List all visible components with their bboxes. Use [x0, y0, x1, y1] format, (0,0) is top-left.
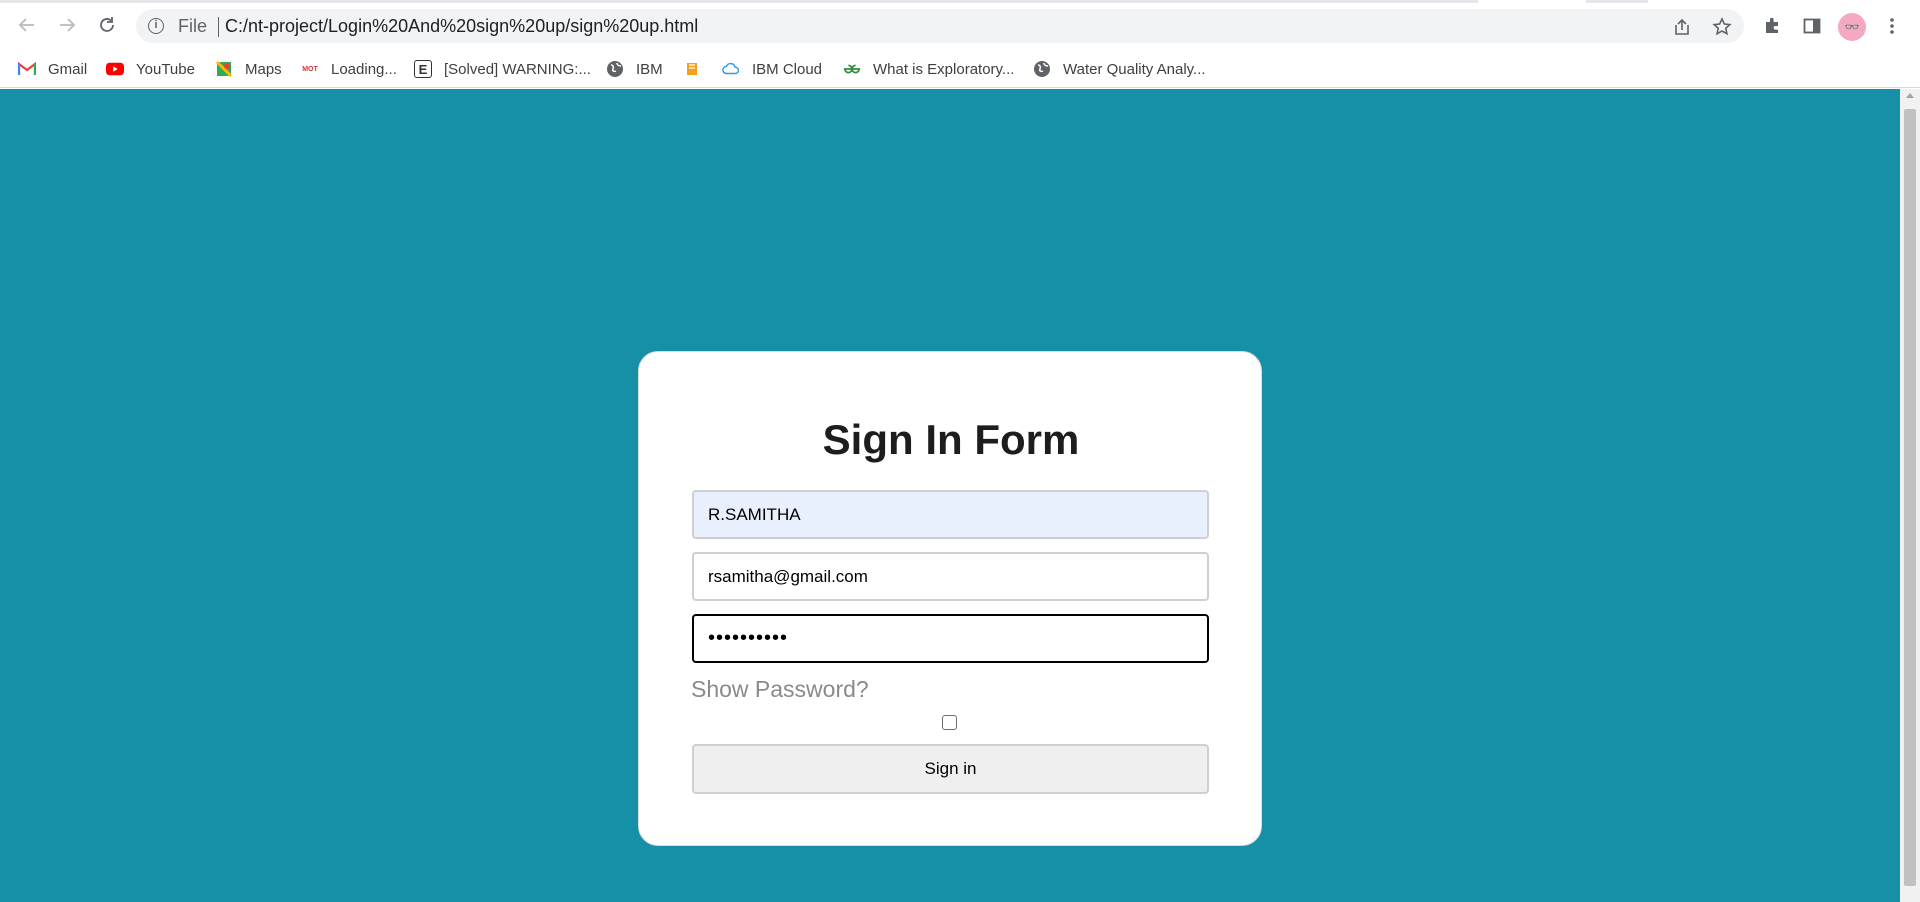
bookmark-solved-warning[interactable]: E [Solved] WARNING:...	[414, 57, 591, 81]
globe-icon	[606, 60, 624, 78]
info-icon[interactable]: i	[148, 18, 164, 34]
maps-icon	[215, 60, 233, 78]
share-icon[interactable]	[1672, 17, 1692, 37]
bookmark-youtube[interactable]: YouTube	[106, 57, 195, 81]
bookmark-book[interactable]	[683, 57, 713, 81]
book-icon	[683, 60, 701, 78]
url-separator	[218, 17, 219, 37]
page-viewport: Sign In Form R.SAMITHA rsamitha@gmail.co…	[0, 89, 1900, 902]
bookmark-exploratory[interactable]: What is Exploratory...	[843, 57, 1014, 81]
bookmark-loading[interactable]: MOT Loading...	[301, 57, 397, 81]
bookmark-gmail[interactable]: Gmail	[18, 57, 87, 81]
show-password-checkbox[interactable]	[942, 715, 957, 730]
email-input[interactable]: rsamitha@gmail.com	[692, 552, 1209, 601]
forward-button[interactable]	[52, 10, 82, 40]
scroll-up-arrow-icon[interactable]	[1906, 93, 1914, 98]
gfg-icon	[843, 60, 861, 78]
reload-button[interactable]	[92, 10, 122, 40]
profile-avatar[interactable]: 👓	[1838, 13, 1866, 41]
back-button[interactable]	[12, 10, 42, 40]
address-bar[interactable]: i File C:/nt-project/Login%20And%20sign%…	[136, 9, 1744, 43]
forward-arrow-icon	[60, 18, 76, 32]
url-scheme: File	[178, 16, 208, 36]
glasses-icon: 👓	[1844, 20, 1860, 34]
bookmark-ibm[interactable]: IBM	[606, 57, 663, 81]
e-icon: E	[414, 60, 432, 78]
bookmark-maps[interactable]: Maps	[215, 57, 282, 81]
side-panel-icon[interactable]	[1800, 14, 1824, 38]
bookmark-star-icon[interactable]	[1712, 17, 1732, 37]
scrollbar-thumb[interactable]	[1904, 109, 1916, 886]
bookmark-water-quality[interactable]: Water Quality Analy...	[1033, 57, 1206, 81]
site-icon: MOT	[302, 65, 318, 73]
browser-toolbar: i File C:/nt-project/Login%20And%20sign%…	[0, 0, 1920, 51]
form-title: Sign In Form	[822, 416, 1080, 463]
gmail-icon	[18, 60, 36, 78]
username-input[interactable]: R.SAMITHA	[692, 490, 1209, 539]
bookmarks-bar: Gmail YouTube Maps MOT Loading... E [Sol…	[0, 51, 1920, 88]
show-password-label: Show Password?	[691, 676, 869, 702]
sign-in-card: Sign In Form R.SAMITHA rsamitha@gmail.co…	[638, 351, 1262, 846]
bookmark-ibm-cloud[interactable]: IBM Cloud	[722, 57, 822, 81]
extensions-icon[interactable]	[1760, 14, 1784, 38]
url-text[interactable]: C:/nt-project/Login%20And%20sign%20up/si…	[225, 16, 698, 37]
password-input[interactable]: ••••••••••	[692, 614, 1209, 663]
vertical-scrollbar[interactable]	[1900, 89, 1920, 902]
back-arrow-icon	[18, 18, 34, 32]
tab-strip	[0, 0, 1920, 3]
sign-in-button[interactable]: Sign in	[692, 744, 1209, 794]
menu-kebab-icon[interactable]	[1880, 14, 1904, 38]
reload-icon	[100, 17, 114, 32]
globe-icon	[1033, 60, 1051, 78]
cloud-icon	[722, 60, 740, 78]
youtube-icon	[106, 60, 124, 78]
